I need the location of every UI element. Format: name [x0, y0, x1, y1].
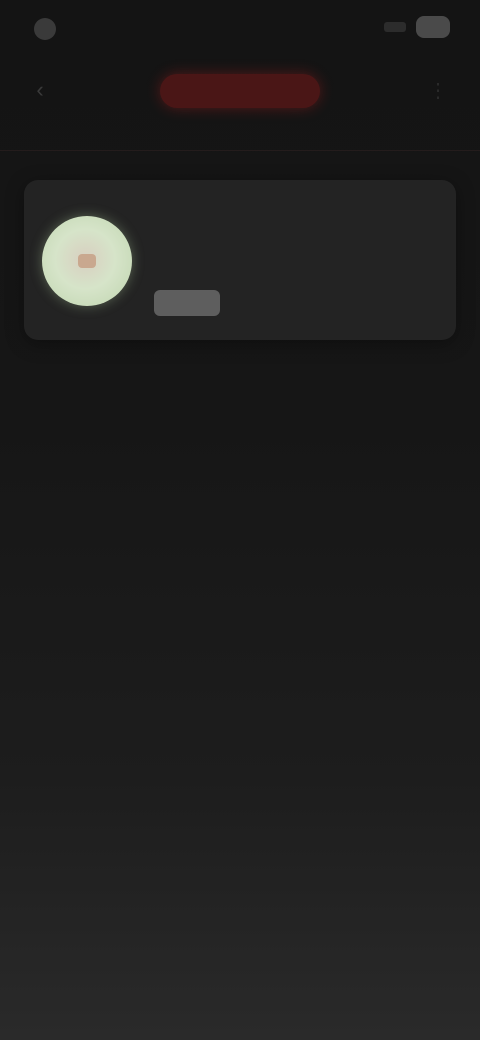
more-button[interactable]: ⋮	[422, 74, 454, 106]
card-subtitle	[152, 242, 312, 260]
card-title	[152, 204, 352, 228]
avatar	[42, 216, 132, 306]
back-arrow-icon: ‹	[36, 77, 44, 102]
status-right	[384, 16, 450, 38]
status-bar	[0, 0, 480, 60]
battery-icon	[416, 16, 450, 38]
list-item-card[interactable]	[24, 180, 456, 340]
notification-icon	[34, 18, 56, 40]
more-icon: ⋮	[428, 79, 448, 102]
top-app-bar: ‹ ⋮	[0, 60, 480, 151]
page-title	[160, 74, 320, 108]
card-action-button[interactable]	[154, 290, 220, 316]
avatar-image	[78, 254, 96, 268]
back-button[interactable]: ‹	[24, 74, 56, 106]
status-left	[34, 18, 64, 40]
signal-icon	[384, 22, 406, 32]
